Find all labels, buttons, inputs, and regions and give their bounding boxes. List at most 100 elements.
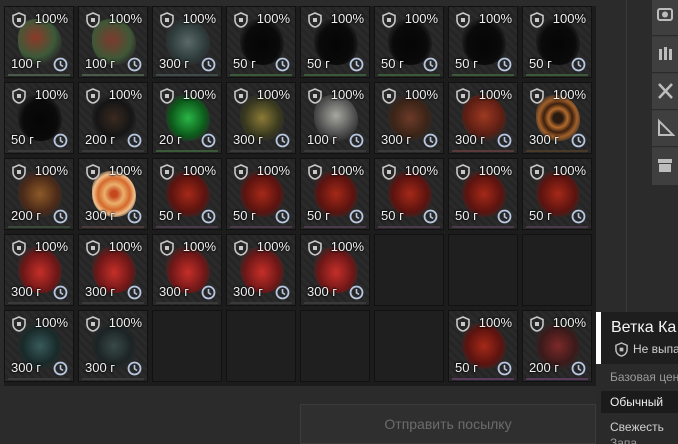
item-weight: 50 г [307,208,330,223]
item-condition: 100% [478,163,512,178]
inventory-item-slot[interactable]: 100% 300 г [300,234,370,306]
shield-icon [86,164,100,180]
shield-icon [160,240,174,256]
tooltip-subtitle: Не выпа [633,342,678,356]
item-condition: 100% [256,11,290,26]
item-weight: 300 г [307,284,338,299]
clock-icon [53,361,68,376]
item-weight: 50 г [11,132,34,147]
camera-icon[interactable] [652,0,678,36]
inventory-item-slot[interactable]: 100% 50 г [226,6,296,78]
inventory-item-slot[interactable]: 100% 100 г [4,6,74,78]
inventory-item-slot[interactable]: 100% 200 г [4,158,74,230]
inventory-item-slot[interactable]: 100% 50 г [522,6,592,78]
inventory-item-slot[interactable]: 100% 50 г [522,158,592,230]
inventory-item-slot[interactable]: 100% 50 г [152,158,222,230]
ammo-icon[interactable] [652,37,678,73]
inventory-item-slot[interactable]: 100% 50 г [300,6,370,78]
item-weight: 50 г [159,208,182,223]
shield-icon [382,88,396,104]
shield-icon [456,316,470,332]
item-condition: 100% [404,87,438,102]
inventory-item-slot[interactable]: 100% 50 г [448,310,518,382]
inventory-item-slot[interactable]: 100% 200 г [78,82,148,154]
shield-icon [530,316,544,332]
inventory-item-slot[interactable]: 100% 50 г [448,6,518,78]
item-condition: 100% [552,163,586,178]
shield-icon [12,240,26,256]
ruler-icon[interactable] [652,111,678,147]
empty-inventory-slot[interactable] [374,234,444,306]
inventory-item-slot[interactable]: 100% 50 г [448,158,518,230]
send-parcel-button[interactable]: Отправить посылку [300,404,596,444]
inventory-item-slot[interactable]: 100% 300 г [226,234,296,306]
inventory-item-slot[interactable]: 100% 300 г [78,310,148,382]
clock-icon [349,285,364,300]
tools-icon[interactable] [652,74,678,110]
empty-inventory-slot[interactable] [226,310,296,382]
empty-inventory-slot[interactable] [448,234,518,306]
item-weight: 200 г [85,132,116,147]
inventory-item-slot[interactable]: 100% 300 г [226,82,296,154]
shield-icon [308,88,322,104]
inventory-item-slot[interactable]: 100% 300 г [4,310,74,382]
item-condition: 100% [34,163,68,178]
shield-icon [86,316,100,332]
inventory-item-slot[interactable]: 100% 200 г [522,310,592,382]
item-weight: 100 г [11,56,42,71]
inventory-item-slot[interactable]: 100% 300 г [448,82,518,154]
inventory-item-slot[interactable]: 100% 300 г [152,234,222,306]
empty-inventory-slot[interactable] [152,310,222,382]
clock-icon [275,133,290,148]
clock-icon [127,285,142,300]
inventory-item-slot[interactable]: 100% 100 г [78,6,148,78]
tooltip-header: Ветка Ка Не выпа [596,312,678,364]
clock-icon [275,57,290,72]
archive-icon[interactable] [652,148,678,186]
clock-icon [201,133,216,148]
inventory-item-slot[interactable]: 100% 300 г [374,82,444,154]
inventory-item-slot[interactable]: 100% 50 г [374,6,444,78]
inventory-item-slot[interactable]: 100% 300 г [152,6,222,78]
inventory-item-slot[interactable]: 100% 100 г [300,82,370,154]
empty-inventory-slot[interactable] [522,234,592,306]
clock-icon [423,133,438,148]
shield-icon [12,316,26,332]
item-weight: 300 г [159,284,190,299]
item-condition: 100% [256,87,290,102]
empty-inventory-slot[interactable] [300,310,370,382]
inventory-item-slot[interactable]: 100% 300 г [78,234,148,306]
clock-icon [497,57,512,72]
item-weight: 50 г [455,208,478,223]
item-condition: 100% [108,239,142,254]
clock-icon [127,133,142,148]
item-weight: 50 г [529,56,552,71]
shield-icon [382,164,396,180]
item-weight: 200 г [11,208,42,223]
item-condition: 100% [330,11,364,26]
item-weight: 50 г [381,56,404,71]
clock-icon [497,361,512,376]
clock-icon [571,133,586,148]
item-condition: 100% [182,239,216,254]
inventory-item-slot[interactable]: 100% 50 г [226,158,296,230]
inventory-item-slot[interactable]: 100% 300 г [522,82,592,154]
inventory-item-slot[interactable]: 100% 300 г [78,158,148,230]
shield-icon [456,88,470,104]
clock-icon [201,209,216,224]
inventory-item-slot[interactable]: 100% 50 г [374,158,444,230]
empty-inventory-slot[interactable] [374,310,444,382]
item-weight: 200 г [529,360,560,375]
item-weight: 50 г [529,208,552,223]
item-weight: 300 г [381,132,412,147]
clock-icon [275,285,290,300]
inventory-item-slot[interactable]: 100% 50 г [4,82,74,154]
item-condition: 100% [404,163,438,178]
inventory-item-slot[interactable]: 100% 20 г [152,82,222,154]
inventory-item-slot[interactable]: 100% 50 г [300,158,370,230]
tooltip-extra-label: Запа [610,436,638,444]
item-condition: 100% [330,163,364,178]
item-weight: 300 г [233,284,264,299]
inventory-item-slot[interactable]: 100% 300 г [4,234,74,306]
item-condition: 100% [256,163,290,178]
